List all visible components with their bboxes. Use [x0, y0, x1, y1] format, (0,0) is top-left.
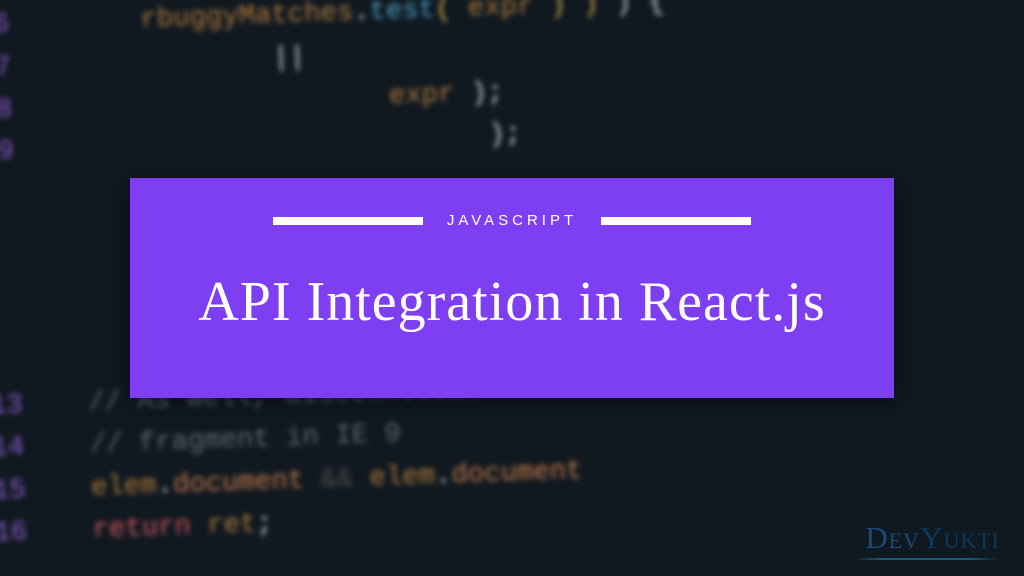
title-card: JAVASCRIPT API Integration in React.js: [130, 178, 894, 398]
eyebrow-row: JAVASCRIPT: [273, 212, 751, 229]
brand-seg2: Yukti: [920, 520, 1000, 555]
eyebrow-label: JAVASCRIPT: [447, 212, 577, 229]
decorative-bar-left: [273, 217, 423, 225]
brand-logo: DevYukti: [865, 520, 1000, 556]
main-title: API Integration in React.js: [198, 270, 825, 334]
brand-seg1: Dev: [865, 520, 920, 555]
decorative-bar-right: [601, 217, 751, 225]
brand-underline: [852, 558, 1000, 560]
